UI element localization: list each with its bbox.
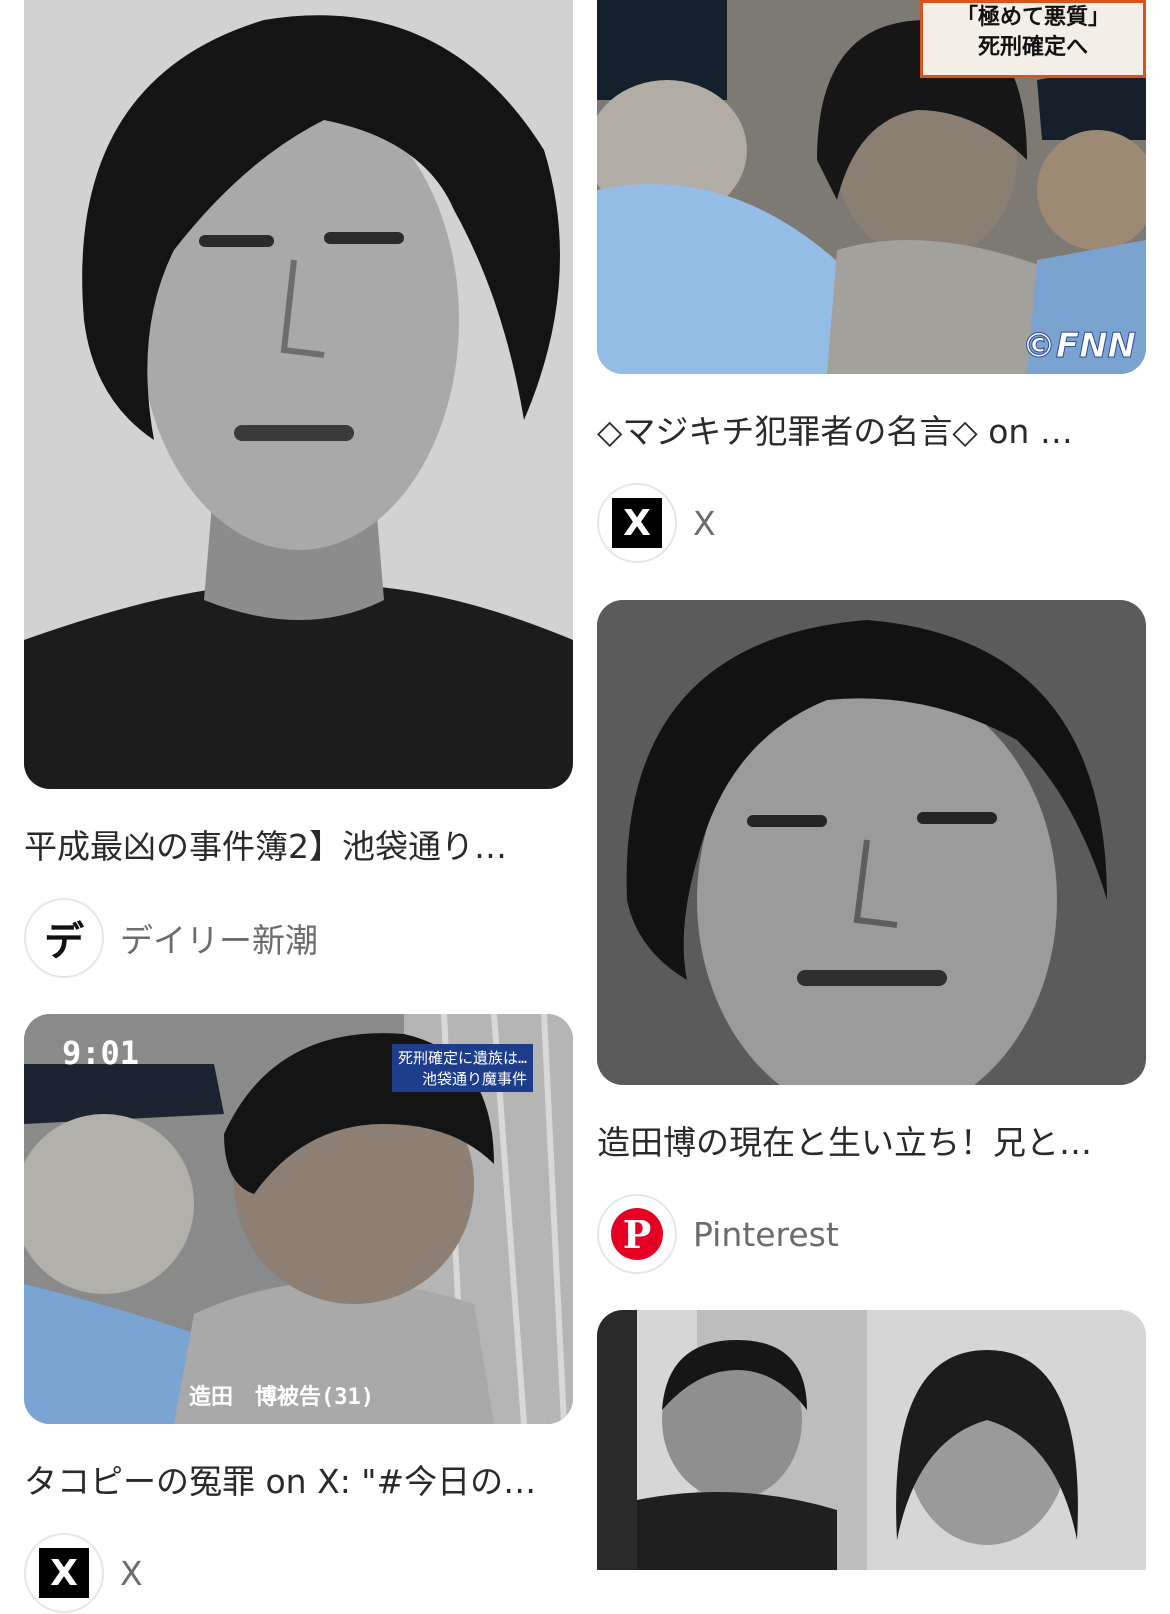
result-card[interactable]: 平成最凶の事件簿2】池袋通り… デ デイリー新潮 (24, 0, 573, 979)
result-thumbnail[interactable]: 9:01 死刑確定に遺族は… 池袋通り魔事件 造田 博被告(31) (24, 1014, 573, 1424)
result-card[interactable]: 9:01 死刑確定に遺族は… 池袋通り魔事件 造田 博被告(31) タコピーの冤… (24, 1014, 573, 1614)
source-name: X (120, 1553, 143, 1593)
result-card[interactable]: 造田博の現在と生い立ち！兄と… P Pinterest (597, 600, 1146, 1275)
headline-overlay: 「極めて悪質」 死刑確定へ (920, 0, 1146, 78)
result-card[interactable]: 「極めて悪質」 死刑確定へ ©FNN ◇マジキチ犯罪者の名言◇ on … X X (597, 0, 1146, 564)
result-source[interactable]: デ デイリー新潮 (24, 897, 573, 979)
result-thumbnail[interactable] (597, 600, 1146, 1085)
result-title[interactable]: タコピーの冤罪 on X: "#今日の… (24, 1462, 554, 1502)
clock-overlay: 9:01 (62, 1034, 140, 1072)
result-card[interactable] (597, 1310, 1146, 1570)
x-logo-icon: X (24, 1533, 104, 1613)
nameplate-overlay: 造田 博被告(31) (189, 1385, 374, 1410)
result-source[interactable]: P Pinterest (597, 1193, 1146, 1275)
x-logo-icon: X (597, 483, 677, 563)
result-thumbnail[interactable] (24, 0, 573, 789)
result-title[interactable]: 平成最凶の事件簿2】池袋通り… (24, 827, 554, 867)
devil-favicon-icon: デ (24, 898, 104, 978)
news-caption: 死刑確定に遺族は… 池袋通り魔事件 (391, 1044, 533, 1092)
source-name: X (693, 503, 716, 543)
result-title[interactable]: 造田博の現在と生い立ち！兄と… (597, 1123, 1127, 1163)
source-name: Pinterest (693, 1214, 839, 1254)
pinterest-icon: P (597, 1194, 677, 1274)
watermark-overlay: ©FNN (1021, 326, 1136, 367)
result-thumbnail[interactable]: 「極めて悪質」 死刑確定へ ©FNN (597, 0, 1146, 374)
result-source[interactable]: X X (24, 1532, 573, 1614)
source-name: デイリー新潮 (120, 921, 318, 960)
result-title[interactable]: ◇マジキチ犯罪者の名言◇ on … (597, 412, 1127, 452)
result-thumbnail[interactable] (597, 1310, 1146, 1570)
result-source[interactable]: X X (597, 482, 1146, 564)
